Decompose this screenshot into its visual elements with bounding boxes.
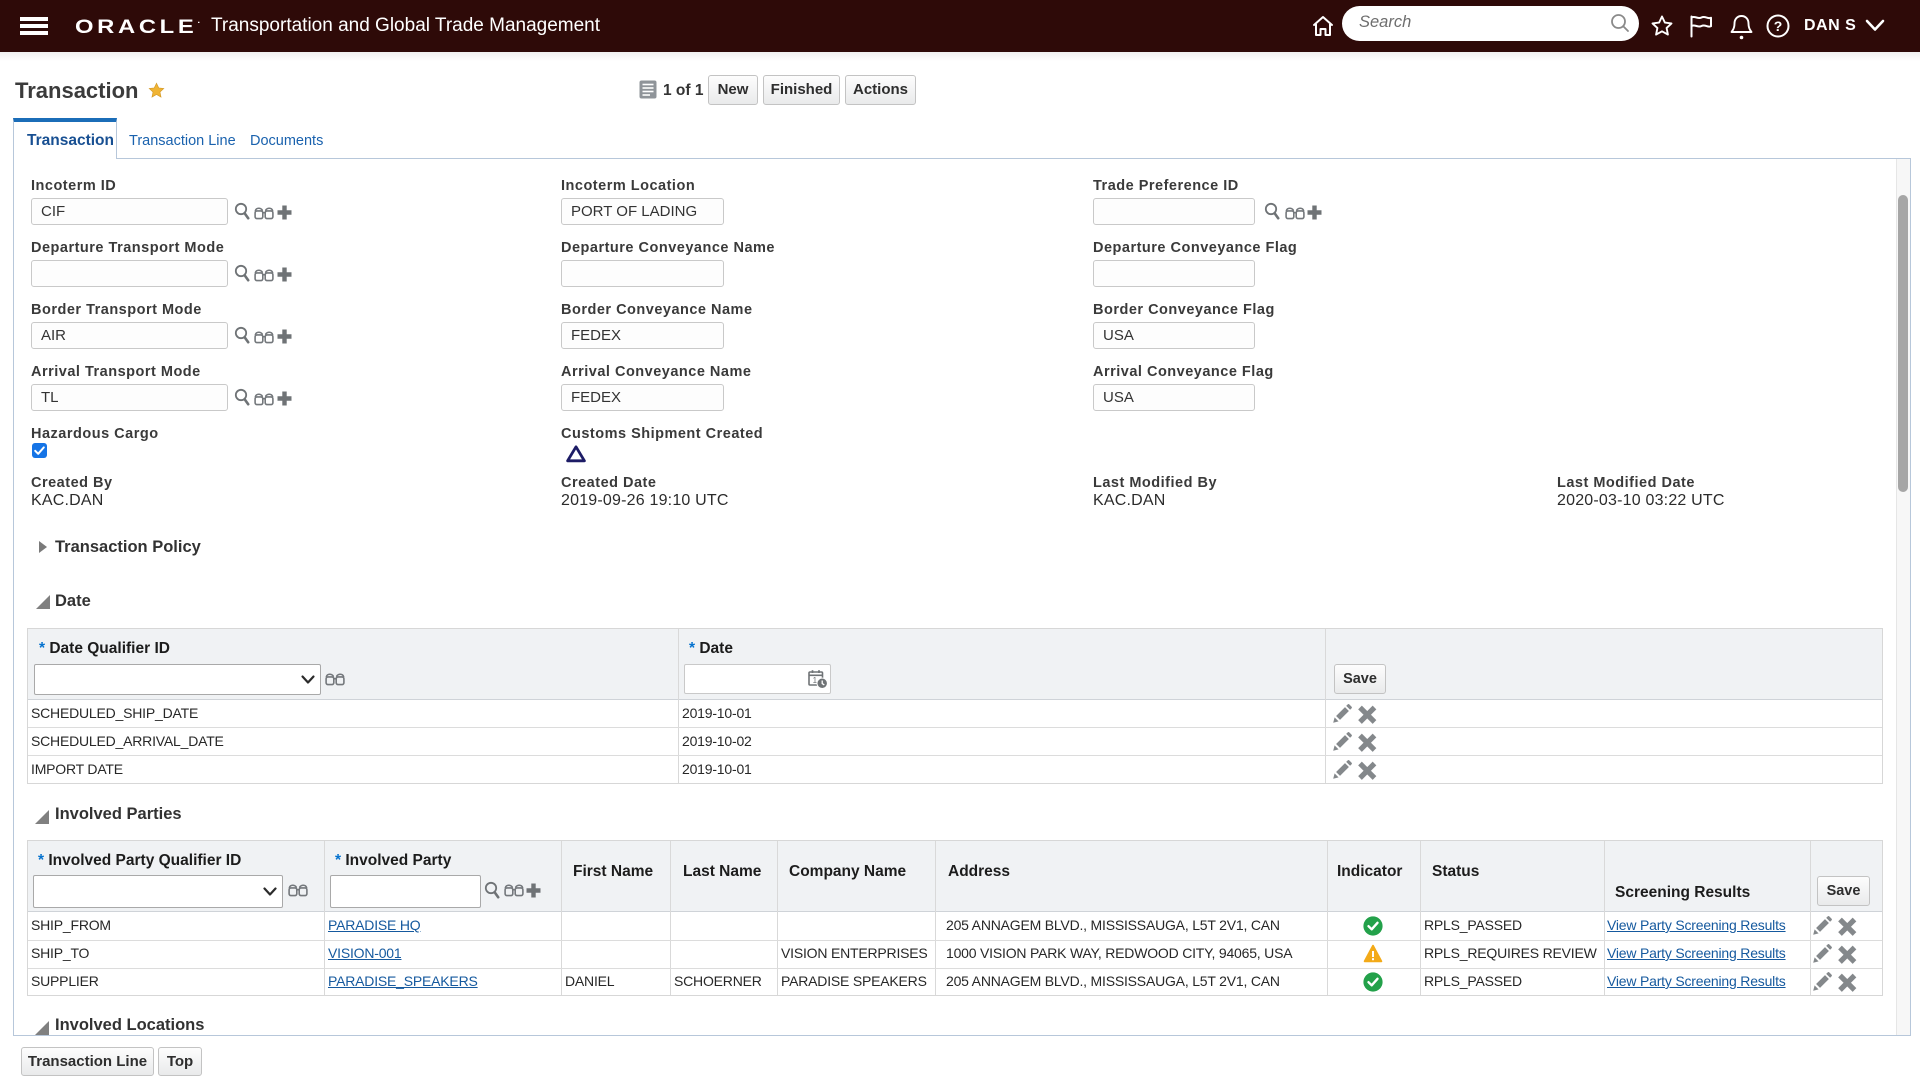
svg-text:?: ?: [1774, 18, 1783, 34]
